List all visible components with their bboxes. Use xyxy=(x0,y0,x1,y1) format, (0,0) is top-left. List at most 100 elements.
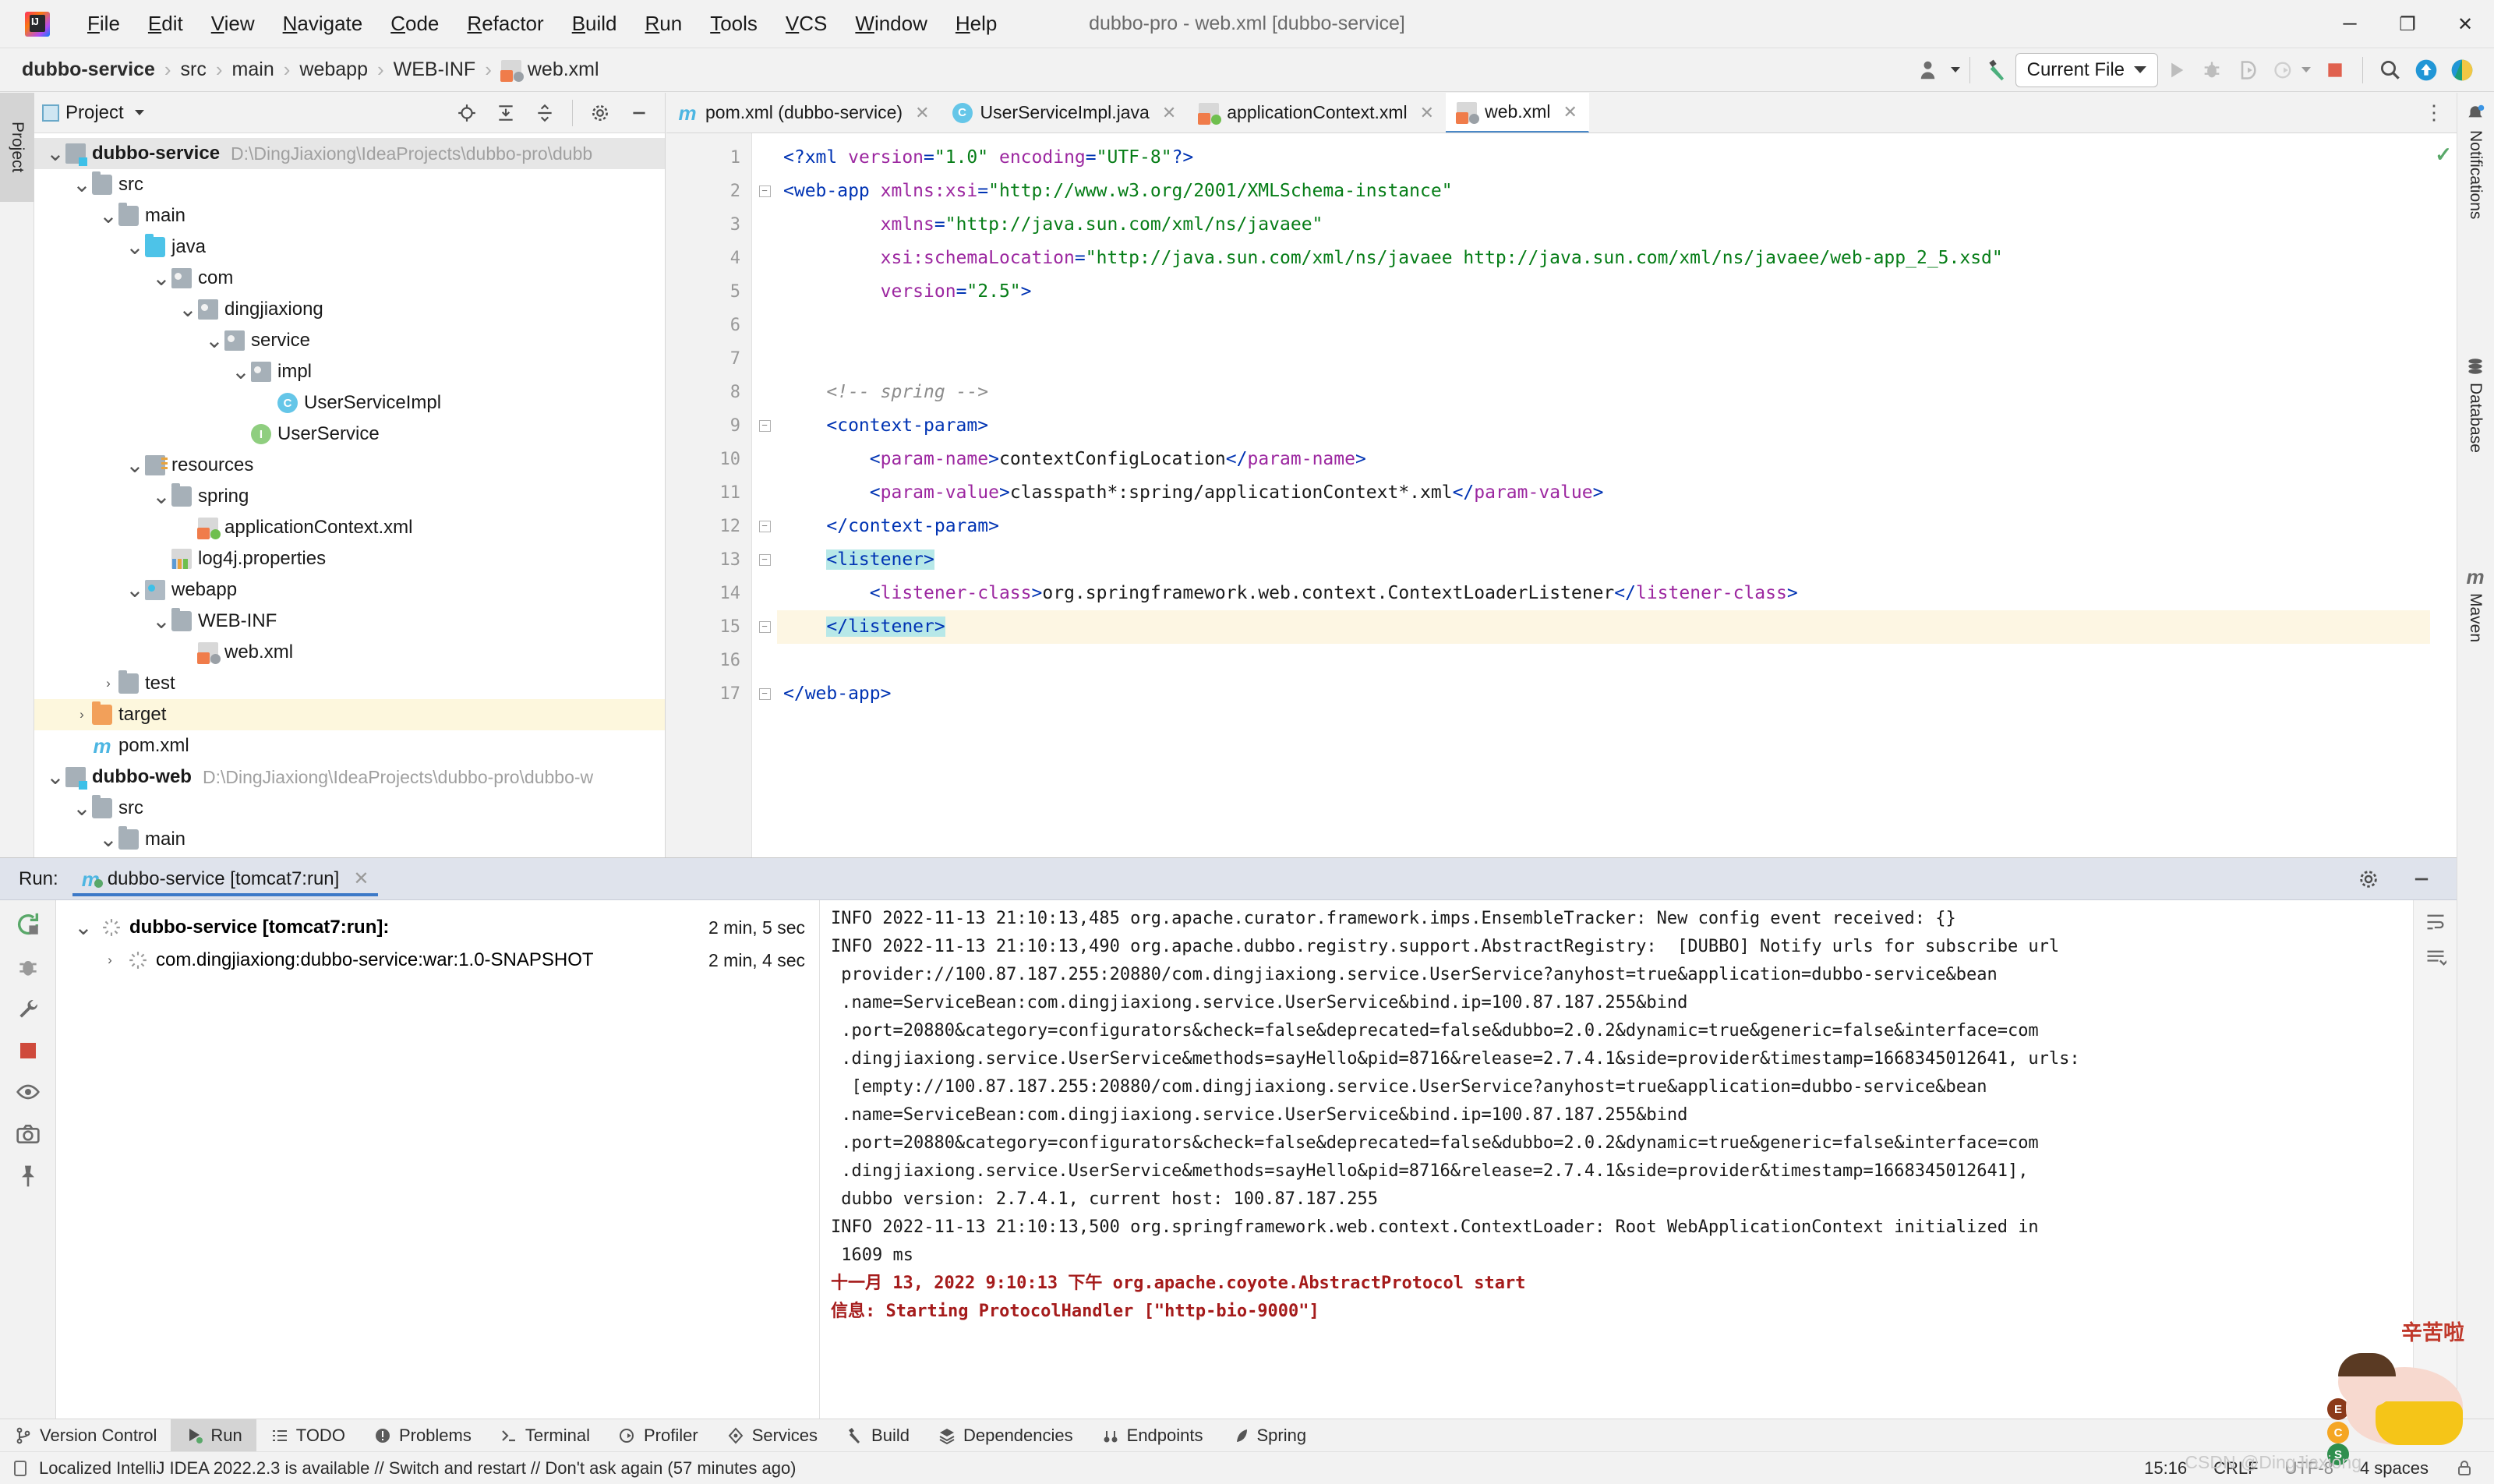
debug-rerun-icon[interactable] xyxy=(16,955,41,980)
fold-toggle[interactable]: − xyxy=(752,610,777,644)
maximize-button[interactable]: ❐ xyxy=(2379,0,2436,48)
chevron-down-icon[interactable]: ⌄ xyxy=(45,143,65,164)
menu-item-tools[interactable]: Tools xyxy=(696,7,772,41)
menu-item-navigate[interactable]: Navigate xyxy=(269,7,377,41)
menu-item-window[interactable]: Window xyxy=(841,7,941,41)
stop-icon[interactable] xyxy=(16,1039,40,1062)
chevron-right-icon[interactable]: › xyxy=(72,707,92,723)
menu-item-file[interactable]: File xyxy=(73,7,134,41)
tree-item-target[interactable]: › target xyxy=(34,699,665,730)
run-with-coverage-icon[interactable] xyxy=(2230,52,2266,88)
fold-toggle[interactable]: − xyxy=(752,510,777,543)
code-line[interactable] xyxy=(777,644,2457,677)
scroll-to-end-icon[interactable] xyxy=(2425,947,2446,969)
menu-item-code[interactable]: Code xyxy=(376,7,453,41)
code-line[interactable]: <param-name>contextConfigLocation</param… xyxy=(777,443,2457,476)
tree-item-log4j-properties[interactable]: log4j.properties xyxy=(34,543,665,574)
user-avatar-icon[interactable] xyxy=(1912,52,1948,88)
tree-item-webapp[interactable]: ⌄ webapp xyxy=(34,574,665,606)
close-tab-icon[interactable]: ✕ xyxy=(1563,102,1577,122)
menu-item-view[interactable]: View xyxy=(197,7,269,41)
wrench-icon[interactable] xyxy=(16,997,41,1022)
editor-tab-pom-xml-dubbo-service-[interactable]: m pom.xml (dubbo-service) ✕ xyxy=(666,93,941,132)
close-button[interactable]: ✕ xyxy=(2436,0,2494,48)
ide-feature-icon[interactable] xyxy=(2444,52,2480,88)
code-line[interactable]: </listener> xyxy=(777,610,2457,644)
rerun-icon[interactable] xyxy=(15,911,41,938)
more-run-chevron-icon[interactable] xyxy=(2301,67,2311,72)
chevron-down-icon[interactable]: ⌄ xyxy=(125,454,145,476)
tree-item-web-xml[interactable]: web.xml xyxy=(34,637,665,668)
breadcrumb[interactable]: dubbo-service › src › main › webapp › WEB-INF › we… xyxy=(17,57,604,83)
run-tree-item[interactable]: ⌄ dubbo-service [tomcat7:run]: 2 min, 5 se… xyxy=(56,911,819,944)
breadcrumb-item-main[interactable]: main xyxy=(228,57,279,83)
search-everywhere-icon[interactable] xyxy=(2372,52,2408,88)
editor-tab-bar[interactable]: m pom.xml (dubbo-service) ✕ C UserServiceImp… xyxy=(666,93,2457,133)
tree-item-dingjiaxiong[interactable]: ⌄ dingjiaxiong xyxy=(34,294,665,325)
run-side-toolbar[interactable] xyxy=(0,900,56,1419)
editor-tab-web-xml[interactable]: web.xml ✕ xyxy=(1446,93,1589,132)
breadcrumb-item-dubbo-service[interactable]: dubbo-service xyxy=(17,57,160,83)
profile-icon[interactable] xyxy=(2266,52,2301,88)
chevron-down-icon[interactable]: ⌄ xyxy=(231,361,251,383)
code-line[interactable]: <listener-class>org.springframework.web.… xyxy=(777,577,2457,610)
run-configuration-selector[interactable]: Current File xyxy=(2015,52,2158,87)
chevron-down-icon[interactable]: ⌄ xyxy=(151,267,171,289)
menu-item-help[interactable]: Help xyxy=(941,7,1011,41)
chevron-right-icon[interactable]: › xyxy=(100,952,120,968)
tree-item-service[interactable]: ⌄ service xyxy=(34,325,665,356)
menu-item-refactor[interactable]: Refactor xyxy=(453,7,557,41)
tree-item-java[interactable]: ⌄ java xyxy=(34,231,665,263)
code-line[interactable]: version="2.5"> xyxy=(777,275,2457,309)
tree-item-resources[interactable]: ⌄ resources xyxy=(34,450,665,481)
run-tree-item[interactable]: › com.dingjiaxiong:dubbo-service:war:1.0-… xyxy=(56,944,819,977)
menu-item-edit[interactable]: Edit xyxy=(134,7,197,41)
sidebar-tab-maven[interactable]: m Maven xyxy=(2457,560,2494,724)
avatar-chevron-down-icon[interactable] xyxy=(1950,67,1960,72)
project-tree[interactable]: ⌄ dubbo-service D:\DingJiaxiong\IdeaProjec… xyxy=(34,133,665,855)
fold-toggle[interactable]: − xyxy=(752,543,777,577)
status-message[interactable]: Localized IntelliJ IDEA 2022.2.3 is avai… xyxy=(39,1458,797,1479)
chevron-down-icon[interactable]: ⌄ xyxy=(98,205,118,227)
tool-window-button-build[interactable]: Build xyxy=(832,1419,924,1452)
tree-item-main[interactable]: ⌄ main xyxy=(34,824,665,855)
eye-icon[interactable] xyxy=(16,1079,41,1104)
camera-icon[interactable] xyxy=(16,1122,41,1147)
chevron-down-icon[interactable]: ⌄ xyxy=(98,829,118,850)
code-line[interactable]: <web-app xmlns:xsi="http://www.w3.org/20… xyxy=(777,175,2457,208)
tool-window-button-dependencies[interactable]: Dependencies xyxy=(924,1419,1087,1452)
run-settings-gear-icon[interactable] xyxy=(2351,861,2386,897)
sidebar-tab-project[interactable]: Project xyxy=(0,93,34,202)
sidebar-tab-notifications[interactable]: Notifications xyxy=(2457,97,2494,323)
chevron-down-icon[interactable]: ⌄ xyxy=(151,486,171,507)
lock-icon[interactable] xyxy=(2455,1459,2474,1478)
fold-toggle[interactable]: − xyxy=(752,677,777,711)
tool-window-button-run[interactable]: Run xyxy=(171,1419,256,1452)
tree-item-impl[interactable]: ⌄ impl xyxy=(34,356,665,387)
tool-window-button-todo[interactable]: TODO xyxy=(256,1419,359,1452)
breadcrumb-item-web-inf[interactable]: WEB-INF xyxy=(389,57,481,83)
indent-indicator[interactable]: 4 spaces xyxy=(2360,1458,2429,1479)
close-tab-icon[interactable]: ✕ xyxy=(1162,103,1176,123)
fold-toggle[interactable]: − xyxy=(752,175,777,208)
tree-item-main[interactable]: ⌄ main xyxy=(34,200,665,231)
tool-window-button-terminal[interactable]: Terminal xyxy=(486,1419,604,1452)
debug-icon[interactable] xyxy=(2194,52,2230,88)
tool-window-button-profiler[interactable]: Profiler xyxy=(604,1419,712,1452)
console-side-toolbar[interactable] xyxy=(2413,900,2457,1419)
sidebar-tab-database[interactable]: Database xyxy=(2457,350,2494,537)
run-tree[interactable]: ⌄ dubbo-service [tomcat7:run]: 2 min, 5 se… xyxy=(56,900,820,1419)
tree-item-spring[interactable]: ⌄ spring xyxy=(34,481,665,512)
chevron-right-icon[interactable]: › xyxy=(98,676,118,691)
update-project-icon[interactable] xyxy=(2408,52,2444,88)
chevron-down-icon[interactable]: ⌄ xyxy=(125,579,145,601)
tree-item-test[interactable]: › test xyxy=(34,668,665,699)
more-options-icon[interactable]: ⋮ xyxy=(2424,93,2457,132)
stop-icon[interactable] xyxy=(2317,52,2353,88)
tree-item-userserviceimpl[interactable]: C UserServiceImpl xyxy=(34,387,665,419)
project-chevron-down-icon[interactable] xyxy=(134,110,144,115)
close-tab-icon[interactable]: ✕ xyxy=(1420,103,1434,123)
code-line[interactable]: xmlns="http://java.sun.com/xml/ns/javaee… xyxy=(777,208,2457,242)
window-controls[interactable]: ─ ❐ ✕ xyxy=(2321,0,2494,48)
breadcrumb-item-src[interactable]: src xyxy=(176,57,211,83)
